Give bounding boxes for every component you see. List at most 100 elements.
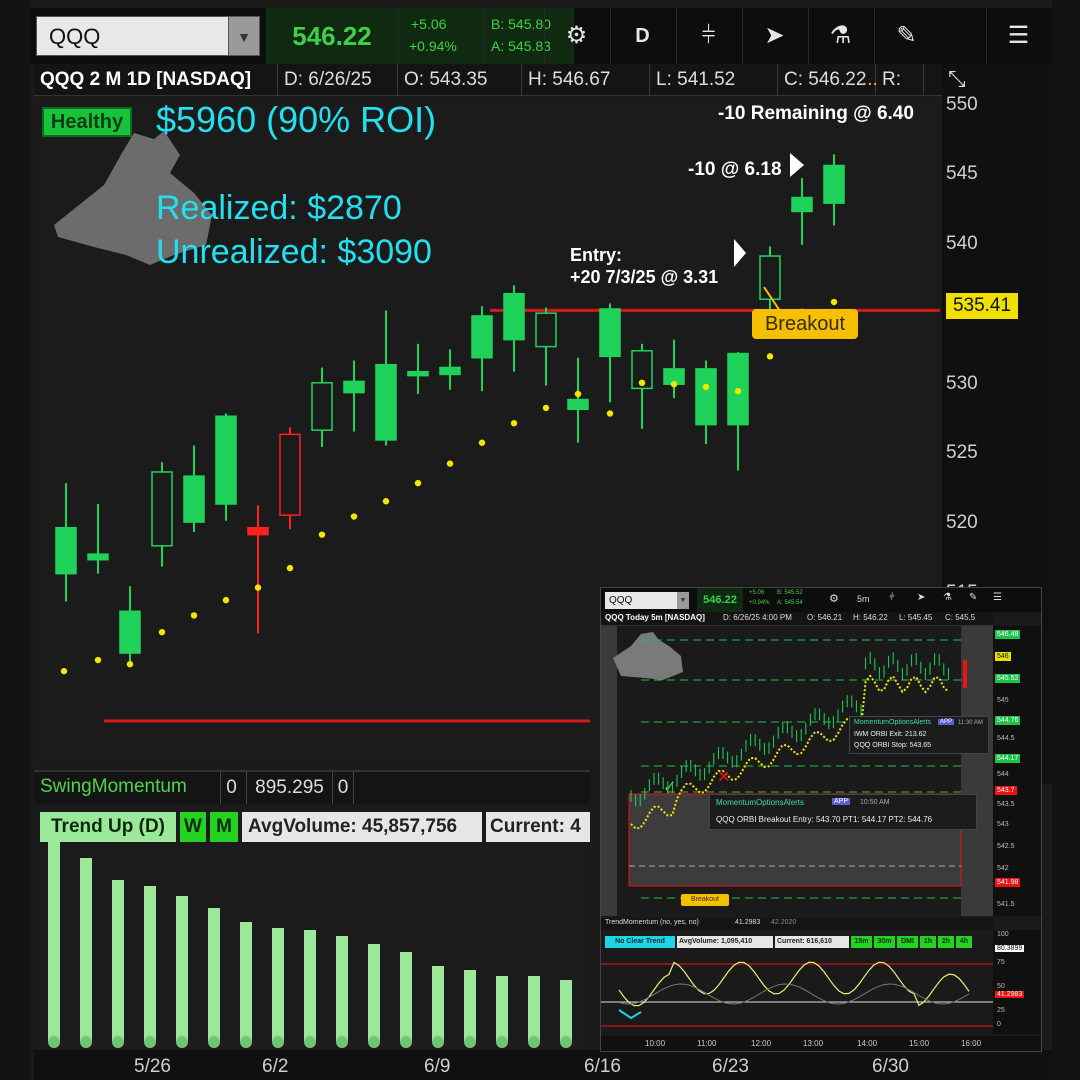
inset-price-chart[interactable]: ✓✕ — [601, 626, 993, 916]
volume-bar — [400, 952, 412, 1042]
study-value-2: 895.295 — [246, 772, 332, 804]
inset-cursor-icon[interactable]: ➤ — [917, 592, 925, 603]
drawing-tools-icon[interactable]: ✎ — [874, 8, 938, 64]
study-name: SwingMomentum — [40, 776, 187, 797]
inset-timeframe-badge: 15m — [851, 936, 872, 948]
candle-body — [567, 398, 589, 411]
candle-body — [55, 526, 77, 575]
inset-menu-icon[interactable]: ☰ — [993, 592, 1002, 603]
volume-bar-cap — [176, 1036, 188, 1048]
candle-style-icon[interactable]: ⫩ — [676, 8, 740, 64]
volume-bar — [176, 896, 188, 1042]
candle-body — [759, 255, 781, 300]
cross-mark-icon: ✕ — [717, 767, 730, 786]
volume-bar-cap — [48, 1036, 60, 1048]
inset-y-label: 545.52 — [995, 674, 1021, 683]
y-label: 520 — [946, 512, 978, 533]
trail-dot — [126, 661, 134, 668]
axis-settings-icon[interactable]: ⤡ — [948, 66, 966, 92]
entry-label-1: Entry: — [570, 245, 623, 265]
menu-list-icon[interactable]: ☰ — [986, 8, 1050, 64]
inset-y-label: 542 — [997, 865, 1009, 872]
candle-body — [279, 433, 301, 516]
header-low: L: 541.52 — [650, 64, 778, 96]
price-tag: 535.41 — [946, 293, 1018, 319]
alert-line: IWM ORBI Exit: 213.62 — [854, 731, 927, 738]
candle-body — [151, 471, 173, 547]
inset-toolbar: QQQ ▼ 546.22 +5.06 +0.94% B: 545.52 A: 5… — [601, 588, 1041, 612]
inset-y-label: 543.7 — [995, 786, 1017, 795]
settings-gear-icon[interactable]: ⚙ — [544, 8, 608, 64]
inset-timeframe-badge: 30m — [874, 936, 895, 948]
inset-drawing-icon[interactable]: ✎ — [969, 592, 977, 603]
trail-dot — [254, 584, 262, 591]
inset-avgvol-badge: AvgVolume: 1,095,410 — [677, 936, 773, 948]
inset-study-y-label: 0 — [997, 1021, 1001, 1028]
top-toolbar: QQQ ▼ 546.22 +5.06 +0.94% B: 545.80 A: 5… — [30, 8, 1052, 64]
inset-y-label: 544 — [997, 771, 1009, 778]
volume-bar — [112, 880, 124, 1042]
check-mark-icon: ✓ — [663, 777, 676, 796]
inset-x-label: 14:00 — [857, 1039, 878, 1048]
unrealized-label: Unrealized: $3090 — [156, 233, 432, 271]
volume-bar — [304, 930, 316, 1042]
inset-study-y-label: 80.3899 — [995, 945, 1025, 952]
volume-bar — [464, 970, 476, 1042]
candle-body — [119, 610, 141, 654]
candle-body — [311, 382, 333, 431]
inset-gear-icon[interactable]: ⚙ — [829, 592, 839, 605]
volume-bar — [208, 908, 220, 1042]
volume-bar — [240, 922, 252, 1042]
candle-body — [535, 312, 557, 348]
alert-popup-entry[interactable]: MomentumOptionsAlerts APP 10:50 AM QQQ O… — [709, 794, 977, 830]
trail-dot — [60, 667, 68, 675]
period-button[interactable]: D — [610, 8, 674, 64]
last-price: 546.22 — [266, 8, 398, 64]
inset-chevron-down-icon[interactable]: ▼ — [677, 592, 689, 609]
symbol-dropdown-button[interactable]: ▼ — [228, 16, 260, 56]
alert-popup-exit[interactable]: MomentumOptionsAlerts APP 11:30 AM IWM O… — [849, 716, 989, 754]
trail-dot — [350, 513, 358, 520]
inset-y-label: 544.5 — [997, 735, 1015, 742]
volume-bar-cap — [560, 1036, 572, 1048]
inset-date: D: 6/26/25 4:00 PM — [723, 613, 792, 622]
studies-flask-icon[interactable]: ⚗ — [808, 8, 872, 64]
inset-candle-icon[interactable]: ⫩ — [889, 592, 895, 603]
volume-study[interactable]: Trend Up (D) W M AvgVolume: 45,857,756 C… — [34, 806, 590, 1050]
cursor-arrow-icon[interactable]: ➤ — [742, 8, 806, 64]
candle-body — [599, 308, 621, 358]
change-abs: +5.06 — [411, 16, 447, 32]
y-label: 550 — [946, 94, 978, 115]
inset-study-chart[interactable] — [601, 950, 993, 1034]
roi-label: $5960 (90% ROI) — [156, 99, 437, 140]
inset-symbol-input[interactable]: QQQ — [605, 592, 677, 609]
inset-y-label: 543 — [997, 821, 1009, 828]
volume-bar — [144, 886, 156, 1042]
inset-trend-badge: No Clear Trend — [605, 936, 675, 948]
trail-dot — [670, 381, 678, 388]
candle-body — [87, 553, 109, 561]
chart-header: QQQ 2 M 1D [NASDAQ] D: 6/26/25 O: 543.35… — [34, 64, 942, 122]
volume-bar-cap — [80, 1036, 92, 1048]
trail-dot — [510, 420, 518, 427]
alert-line: QQQ ORBI Breakout Entry: 543.70 PT1: 544… — [716, 815, 933, 824]
candle-body — [375, 363, 397, 441]
inset-flask-icon[interactable]: ⚗ — [943, 592, 952, 603]
y-label: 530 — [946, 373, 978, 394]
x-label: 6/30 — [872, 1056, 909, 1077]
trail-dot — [606, 410, 614, 417]
inset-x-label: 10:00 — [645, 1039, 666, 1048]
y-label: 540 — [946, 233, 978, 254]
trail-dot — [766, 353, 774, 360]
candle-body — [247, 526, 269, 536]
trail-dot — [286, 564, 294, 572]
symbol-input[interactable]: QQQ — [36, 16, 230, 56]
header-more[interactable]: ... — [856, 64, 886, 96]
x-label: 6/2 — [262, 1056, 289, 1077]
inset-period-button[interactable]: 5m — [857, 594, 870, 604]
volume-bar-cap — [432, 1036, 444, 1048]
header-high: H: 546.67 — [522, 64, 650, 96]
inset-open: O: 546.21 — [807, 613, 843, 622]
inset-title: QQQ Today 5m [NASDAQ] — [605, 613, 705, 622]
avg-volume-badge: AvgVolume: 45,857,756 — [242, 812, 482, 842]
